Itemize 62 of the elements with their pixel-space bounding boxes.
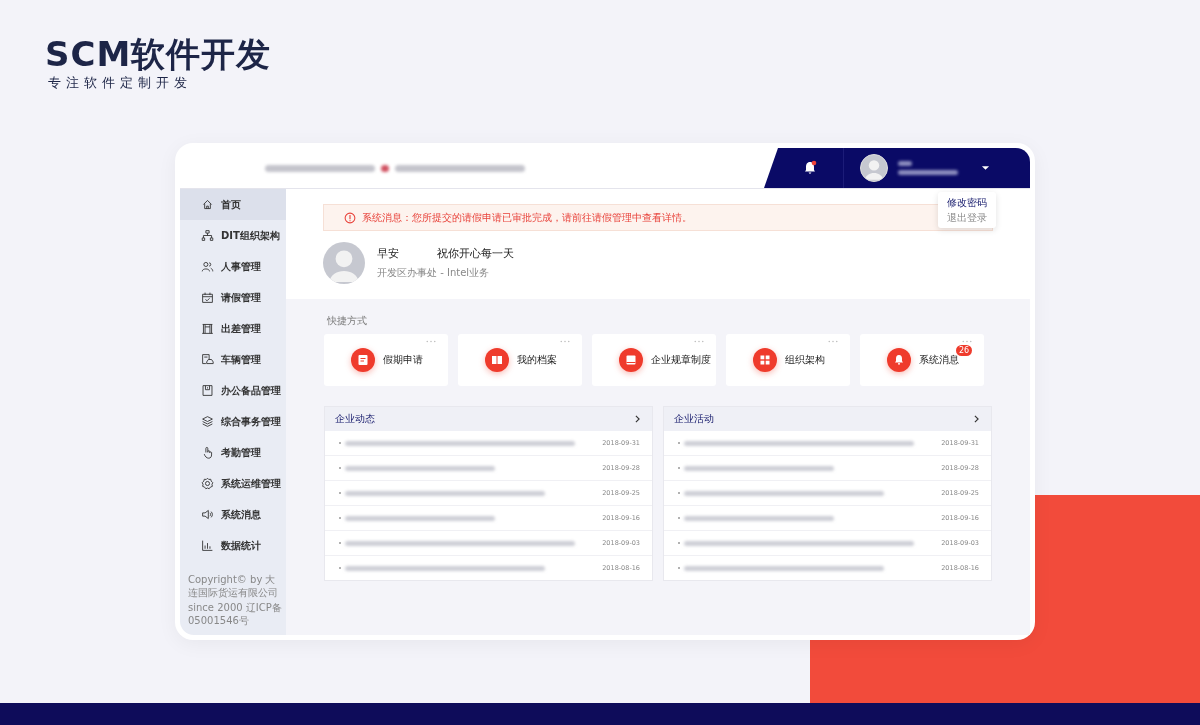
calendar-icon bbox=[201, 291, 214, 304]
blurred-text bbox=[898, 170, 958, 175]
shortcut-card[interactable]: 企业规章制度 bbox=[592, 334, 716, 386]
panel-title: 企业动态 bbox=[335, 412, 375, 426]
greeting-wish: 祝你开心每一天 bbox=[437, 246, 514, 261]
menu-item[interactable]: 退出登录 bbox=[938, 210, 996, 225]
department-text: 开发区办事处 - Intel业务 bbox=[377, 266, 491, 280]
sidebar-item[interactable]: 系统消息 bbox=[180, 499, 286, 530]
notice-text: 系统消息：您所提交的请假申请已审批完成，请前往请假管理中查看详情。 bbox=[362, 210, 692, 225]
home-icon bbox=[201, 198, 214, 211]
building-icon bbox=[201, 322, 214, 335]
book-icon bbox=[485, 348, 509, 372]
gear-icon bbox=[201, 477, 214, 490]
sidebar-item[interactable]: 人事管理 bbox=[180, 251, 286, 282]
shortcut-card[interactable]: 系统消息 26 bbox=[860, 334, 984, 386]
sidebar-item[interactable]: 请假管理 bbox=[180, 282, 286, 313]
blurred-text bbox=[381, 164, 389, 172]
sidebar-item[interactable]: 出差管理 bbox=[180, 313, 286, 344]
brand-title: SCM软件开发 bbox=[45, 34, 273, 74]
greeting-text: 早安 bbox=[377, 246, 399, 261]
document-icon bbox=[351, 348, 375, 372]
bell-icon[interactable] bbox=[802, 160, 818, 176]
cabinet-icon bbox=[201, 384, 214, 397]
panel-title: 企业活动 bbox=[674, 412, 714, 426]
shortcut-label: 系统消息 bbox=[919, 353, 959, 367]
chevron-right-icon[interactable] bbox=[974, 415, 979, 423]
shortcut-label: 组织架构 bbox=[785, 353, 825, 367]
warning-icon bbox=[344, 211, 356, 224]
sidebar-item[interactable]: 首页 bbox=[180, 189, 286, 220]
avatar bbox=[323, 242, 365, 284]
blurred-text bbox=[898, 161, 912, 166]
shortcut-card[interactable]: 组织架构 bbox=[726, 334, 850, 386]
car-icon bbox=[201, 353, 214, 366]
sidebar-item[interactable]: 办公备品管理 bbox=[180, 375, 286, 406]
people-icon bbox=[201, 260, 214, 273]
grid-icon bbox=[753, 348, 777, 372]
sidebar-item[interactable]: DIT组织架构 bbox=[180, 220, 286, 251]
chevron-right-icon[interactable] bbox=[635, 415, 640, 423]
speaker-icon bbox=[201, 508, 214, 521]
section-title: 快捷方式 bbox=[327, 314, 368, 328]
hand-icon bbox=[201, 446, 214, 459]
count-badge: 26 bbox=[956, 345, 973, 356]
image-icon bbox=[619, 348, 643, 372]
org-chart-icon bbox=[201, 229, 214, 242]
sidebar-item[interactable]: 考勤管理 bbox=[180, 437, 286, 468]
shortcut-card[interactable]: 我的档案 bbox=[458, 334, 582, 386]
avatar[interactable] bbox=[860, 154, 888, 182]
caret-icon[interactable] bbox=[981, 165, 990, 171]
brand-subtitle: 专注软件定制开发 bbox=[48, 74, 193, 92]
menu-item[interactable]: 修改密码 bbox=[938, 195, 996, 210]
shortcut-label: 企业规章制度 bbox=[651, 353, 711, 367]
bell-icon bbox=[887, 348, 911, 372]
shortcut-label: 假期申请 bbox=[383, 353, 423, 367]
copyright-text: since 2000 辽ICP备05001546号 bbox=[188, 601, 282, 627]
sidebar-item[interactable]: 综合事务管理 bbox=[180, 406, 286, 437]
bar-chart-icon bbox=[201, 539, 214, 552]
shortcut-label: 我的档案 bbox=[517, 353, 557, 367]
shortcut-card[interactable]: 假期申请 bbox=[324, 334, 448, 386]
sidebar-item[interactable]: 系统运维管理 bbox=[180, 468, 286, 499]
sidebar-item[interactable]: 车辆管理 bbox=[180, 344, 286, 375]
layers-icon bbox=[201, 415, 214, 428]
sidebar-item[interactable]: 数据统计 bbox=[180, 530, 286, 561]
